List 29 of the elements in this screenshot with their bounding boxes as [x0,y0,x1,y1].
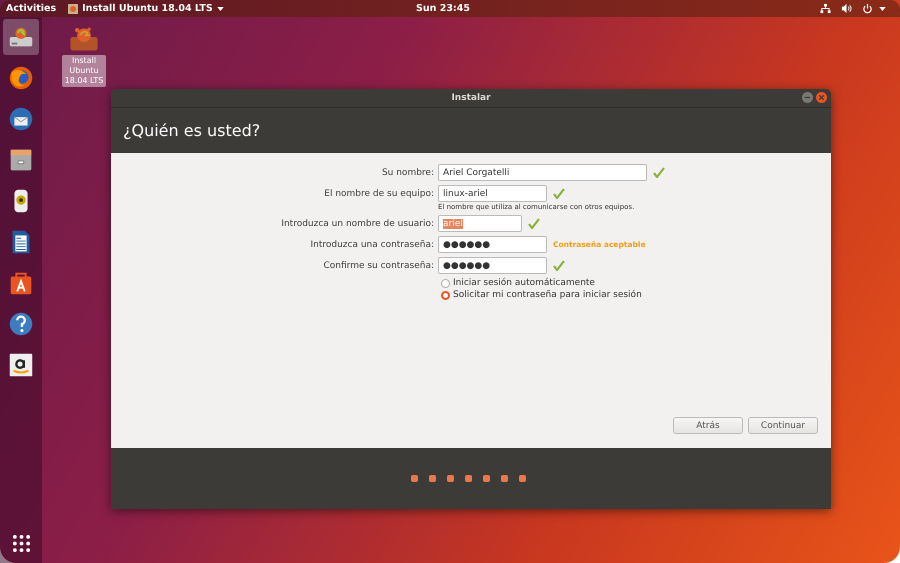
caret-icon[interactable] [878,6,886,10]
field-label: Su nombre: [380,168,434,178]
input-field[interactable]: Ariel Corgatelli [438,164,647,181]
back-button[interactable]: Atrás [673,417,743,434]
app-menu[interactable]: Install Ubuntu 18.04 LTS [62,3,230,14]
radio-button[interactable] [441,278,450,288]
close-icon[interactable] [816,92,827,103]
field-label: El nombre de su equipo: [323,188,434,198]
caret-icon[interactable] [216,6,224,10]
radio-button[interactable] [441,290,450,300]
field-label: Confirme su contraseña: [322,260,434,270]
continue-button[interactable]: Continuar [748,417,818,434]
installer-icon [68,4,78,14]
activities-button[interactable]: Activities [0,3,62,14]
app-grid-icon[interactable] [12,534,30,553]
volume-icon[interactable] [840,3,852,14]
input-field[interactable]: ●●●●●● [438,257,547,274]
field-label: Introduzca un nombre de usuario: [280,218,434,228]
window-title: Instalar [451,93,491,103]
field-label: Introduzca una contraseña: [309,240,434,250]
power-icon[interactable] [862,3,873,14]
page-heading: ¿Quién es usted? [123,121,260,140]
input-field[interactable]: linux-ariel [438,185,547,202]
minimize-icon[interactable] [802,92,813,103]
radio-label[interactable]: Solicitar mi contraseña para iniciar sesión [453,290,642,300]
clock[interactable]: Sun 23:45 [295,3,591,14]
radio-label[interactable]: Iniciar sesión automáticamente [453,278,595,288]
input-field[interactable]: ●●●●●● [438,236,547,253]
network-icon[interactable] [820,3,831,14]
